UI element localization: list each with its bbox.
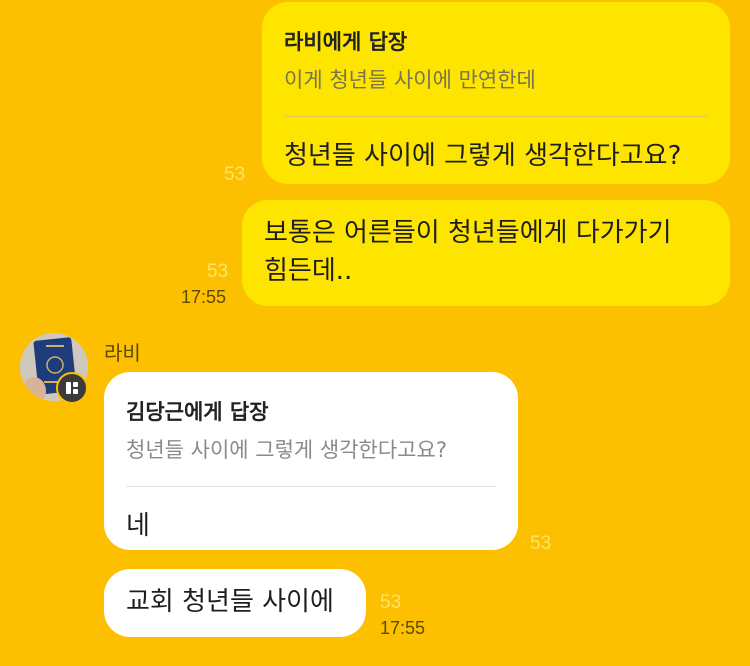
unread-count: 53 <box>530 533 552 554</box>
message-text: 네 <box>126 511 150 541</box>
reply-quote[interactable]: 청년들 사이에 그렇게 생각한다고요? <box>126 434 496 464</box>
unread-count: 53 <box>224 164 246 185</box>
reply-title: 라비에게 답장 <box>284 30 408 54</box>
reply-divider <box>126 486 496 487</box>
message-time: 17:55 <box>380 618 426 638</box>
my-reply-bubble[interactable]: 라비에게 답장 이게 청년들 사이에 만연한데 청년들 사이에 그렇게 생각한다… <box>262 2 730 184</box>
message-text-line-1: 보통은 어른들이 청년들에게 다가가기 <box>264 218 672 248</box>
my-message-bubble[interactable]: 보통은 어른들이 청년들에게 다가가기 힘든데.. <box>242 200 730 306</box>
unread-count: 53 <box>207 261 229 282</box>
message-time: 17:55 <box>181 287 227 307</box>
message-text-line-2: 힘든데.. <box>264 256 353 286</box>
unread-count: 53 <box>380 592 402 613</box>
reply-divider <box>284 116 708 117</box>
reply-quote[interactable]: 이게 청년들 사이에 만연한데 <box>284 64 708 94</box>
reply-title: 김당근에게 답장 <box>126 400 269 424</box>
their-reply-bubble[interactable]: 김당근에게 답장 청년들 사이에 그렇게 생각한다고요? 네 <box>104 372 518 550</box>
message-text: 청년들 사이에 그렇게 생각한다고요? <box>284 141 682 171</box>
sender-name: 라비 <box>104 341 141 365</box>
profile-badge-icon <box>56 372 88 404</box>
their-message-bubble[interactable]: 교회 청년들 사이에 <box>104 569 366 637</box>
message-text: 교회 청년들 사이에 <box>126 587 334 617</box>
